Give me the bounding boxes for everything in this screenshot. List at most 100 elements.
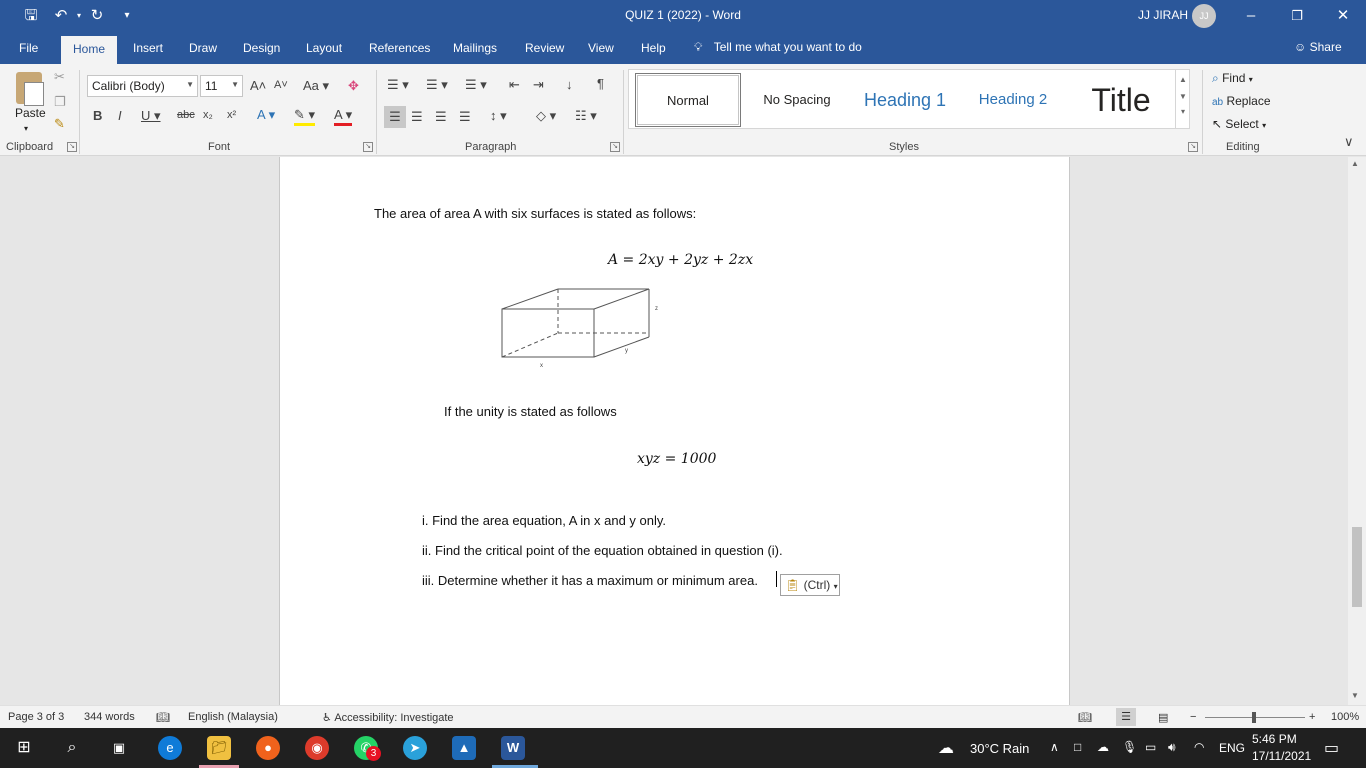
cut-icon[interactable]: ✂	[54, 69, 65, 85]
print-layout-icon[interactable]: ☰	[1116, 708, 1136, 726]
file-explorer-icon[interactable]: 📁︎	[207, 736, 231, 760]
text-effects-icon[interactable]: A ▾	[257, 107, 275, 123]
font-launcher-icon[interactable]: ↘	[363, 142, 373, 152]
meet-now-icon[interactable]: □	[1074, 740, 1081, 754]
strikethrough-icon[interactable]: abc	[177, 109, 195, 121]
zoom-slider-thumb[interactable]	[1252, 712, 1256, 723]
firefox-icon[interactable]: ●	[256, 736, 280, 760]
notification-icon[interactable]: ▭	[1324, 738, 1339, 758]
scroll-down-icon[interactable]: ▼	[1351, 691, 1359, 700]
select-button[interactable]: ↖ Select ▾	[1212, 117, 1266, 131]
tab-file[interactable]: File	[19, 41, 38, 55]
battery-icon[interactable]: ▭	[1145, 740, 1156, 754]
bold-icon[interactable]: B	[93, 108, 102, 123]
proofing-icon[interactable]: 📖︎	[156, 711, 170, 724]
zoom-level[interactable]: 100%	[1331, 711, 1359, 723]
font-name-combo[interactable]: Calibri (Body) ▼	[87, 75, 198, 97]
subscript-icon[interactable]: x₂	[203, 109, 213, 121]
scroll-thumb[interactable]	[1352, 527, 1362, 607]
tab-design[interactable]: Design	[243, 41, 280, 55]
read-mode-icon[interactable]: 📖︎	[1078, 711, 1092, 724]
tab-view[interactable]: View	[588, 41, 614, 55]
line-spacing-icon[interactable]: ↕ ▾	[490, 108, 507, 124]
paste-button[interactable]: Paste ▾	[12, 72, 48, 136]
style-heading-2[interactable]: Heading 2	[961, 73, 1065, 127]
word-taskbar-icon[interactable]: W	[501, 736, 525, 760]
zoom-in-icon[interactable]: +	[1309, 711, 1315, 723]
collapse-ribbon-icon[interactable]: ∨	[1344, 134, 1354, 150]
chrome-icon[interactable]: ◉	[305, 736, 329, 760]
style-title[interactable]: Title	[1069, 73, 1173, 127]
borders-icon[interactable]: ☷ ▾	[575, 108, 597, 124]
windows-start-icon[interactable]: ⊞	[12, 736, 36, 760]
onedrive-icon[interactable]: ☁	[1097, 740, 1109, 754]
clock-date[interactable]: 17/11/2021	[1252, 749, 1311, 763]
copy-icon[interactable]: ❐	[54, 94, 66, 110]
replace-button[interactable]: ab Replace	[1212, 94, 1271, 108]
find-button[interactable]: ⌕ Find ▾	[1212, 71, 1253, 86]
search-icon[interactable]: ⌕	[60, 736, 84, 760]
tab-insert[interactable]: Insert	[133, 41, 163, 55]
numbering-icon[interactable]: ☰ ▾	[426, 77, 448, 93]
word-count[interactable]: 344 words	[84, 711, 135, 723]
align-left-icon[interactable]: ☰	[384, 106, 406, 128]
font-color-icon[interactable]: A ▾	[334, 107, 353, 126]
clipboard-launcher-icon[interactable]: ↘	[67, 142, 77, 152]
increase-indent-icon[interactable]: ⇥	[533, 77, 544, 93]
style-no-spacing[interactable]: No Spacing	[745, 73, 849, 127]
volume-icon[interactable]: 🔊︎	[1168, 740, 1176, 755]
share-button[interactable]: ☺ Share	[1294, 40, 1342, 54]
font-size-combo[interactable]: 11 ▼	[200, 75, 243, 97]
page-indicator[interactable]: Page 3 of 3	[8, 711, 64, 723]
tab-layout[interactable]: Layout	[306, 41, 342, 55]
underline-icon[interactable]: U ▾	[141, 108, 161, 124]
shrink-font-icon[interactable]: A˅	[274, 79, 288, 91]
clock-time[interactable]: 5:46 PM	[1252, 732, 1297, 746]
chevron-down-icon[interactable]: ▼	[1176, 92, 1190, 101]
microphone-icon[interactable]: 🎙︎	[1122, 740, 1137, 754]
paste-options-button[interactable]: 📋︎ (Ctrl) ▾	[780, 574, 840, 596]
format-painter-icon[interactable]: ✎	[54, 116, 65, 132]
tab-references[interactable]: References	[369, 41, 430, 55]
tab-review[interactable]: Review	[525, 41, 564, 55]
weather-icon[interactable]: ☁	[938, 738, 954, 758]
tab-help[interactable]: Help	[641, 41, 666, 55]
task-view-icon[interactable]: ▣	[107, 736, 131, 760]
justify-icon[interactable]: ☰	[459, 109, 471, 125]
paragraph-launcher-icon[interactable]: ↘	[610, 142, 620, 152]
web-layout-icon[interactable]: ▤	[1158, 711, 1168, 724]
language-indicator[interactable]: English (Malaysia)	[188, 711, 278, 723]
decrease-indent-icon[interactable]: ⇤	[509, 77, 520, 93]
close-button[interactable]: ✕	[1320, 0, 1366, 32]
document-page[interactable]: The area of area A with six surfaces is …	[279, 157, 1070, 705]
superscript-icon[interactable]: x²	[227, 109, 236, 121]
minimize-button[interactable]: –	[1228, 0, 1274, 32]
tab-home[interactable]: Home	[61, 36, 118, 64]
italic-icon[interactable]: I	[118, 108, 122, 123]
align-center-icon[interactable]: ☰	[411, 109, 423, 125]
multilevel-list-icon[interactable]: ☰ ▾	[465, 77, 487, 93]
styles-scroll[interactable]: ▲ ▼ ▾	[1175, 69, 1190, 129]
restore-button[interactable]: ❐	[1274, 0, 1320, 32]
show-formatting-icon[interactable]: ¶	[597, 76, 604, 91]
wifi-icon[interactable]: ◠	[1194, 740, 1204, 754]
paste-dropdown-icon[interactable]: ▾	[24, 124, 28, 133]
styles-launcher-icon[interactable]: ↘	[1188, 142, 1198, 152]
style-heading-1[interactable]: Heading 1	[853, 73, 957, 127]
clear-formatting-icon[interactable]: ✥	[348, 78, 359, 94]
vertical-scrollbar[interactable]: ▲ ▼	[1348, 157, 1366, 705]
shading-icon[interactable]: ◇ ▾	[536, 108, 556, 124]
input-language[interactable]: ENG	[1219, 741, 1245, 755]
styles-more-icon[interactable]: ▾	[1176, 107, 1190, 116]
align-right-icon[interactable]: ☰	[435, 109, 447, 125]
avatar[interactable]: JJ	[1192, 4, 1216, 28]
highlight-icon[interactable]: ✎ ▾	[294, 107, 316, 126]
accessibility-status[interactable]: ♿︎ Accessibility: Investigate	[322, 711, 454, 724]
tab-mailings[interactable]: Mailings	[453, 41, 497, 55]
tell-me-search[interactable]: 💡︎ Tell me what you want to do	[694, 40, 862, 55]
photos-icon[interactable]: ▲	[452, 736, 476, 760]
tab-draw[interactable]: Draw	[189, 41, 217, 55]
weather-text[interactable]: 30°C Rain	[970, 741, 1029, 756]
scroll-up-icon[interactable]: ▲	[1351, 159, 1359, 168]
sort-icon[interactable]: ↓	[566, 77, 573, 92]
